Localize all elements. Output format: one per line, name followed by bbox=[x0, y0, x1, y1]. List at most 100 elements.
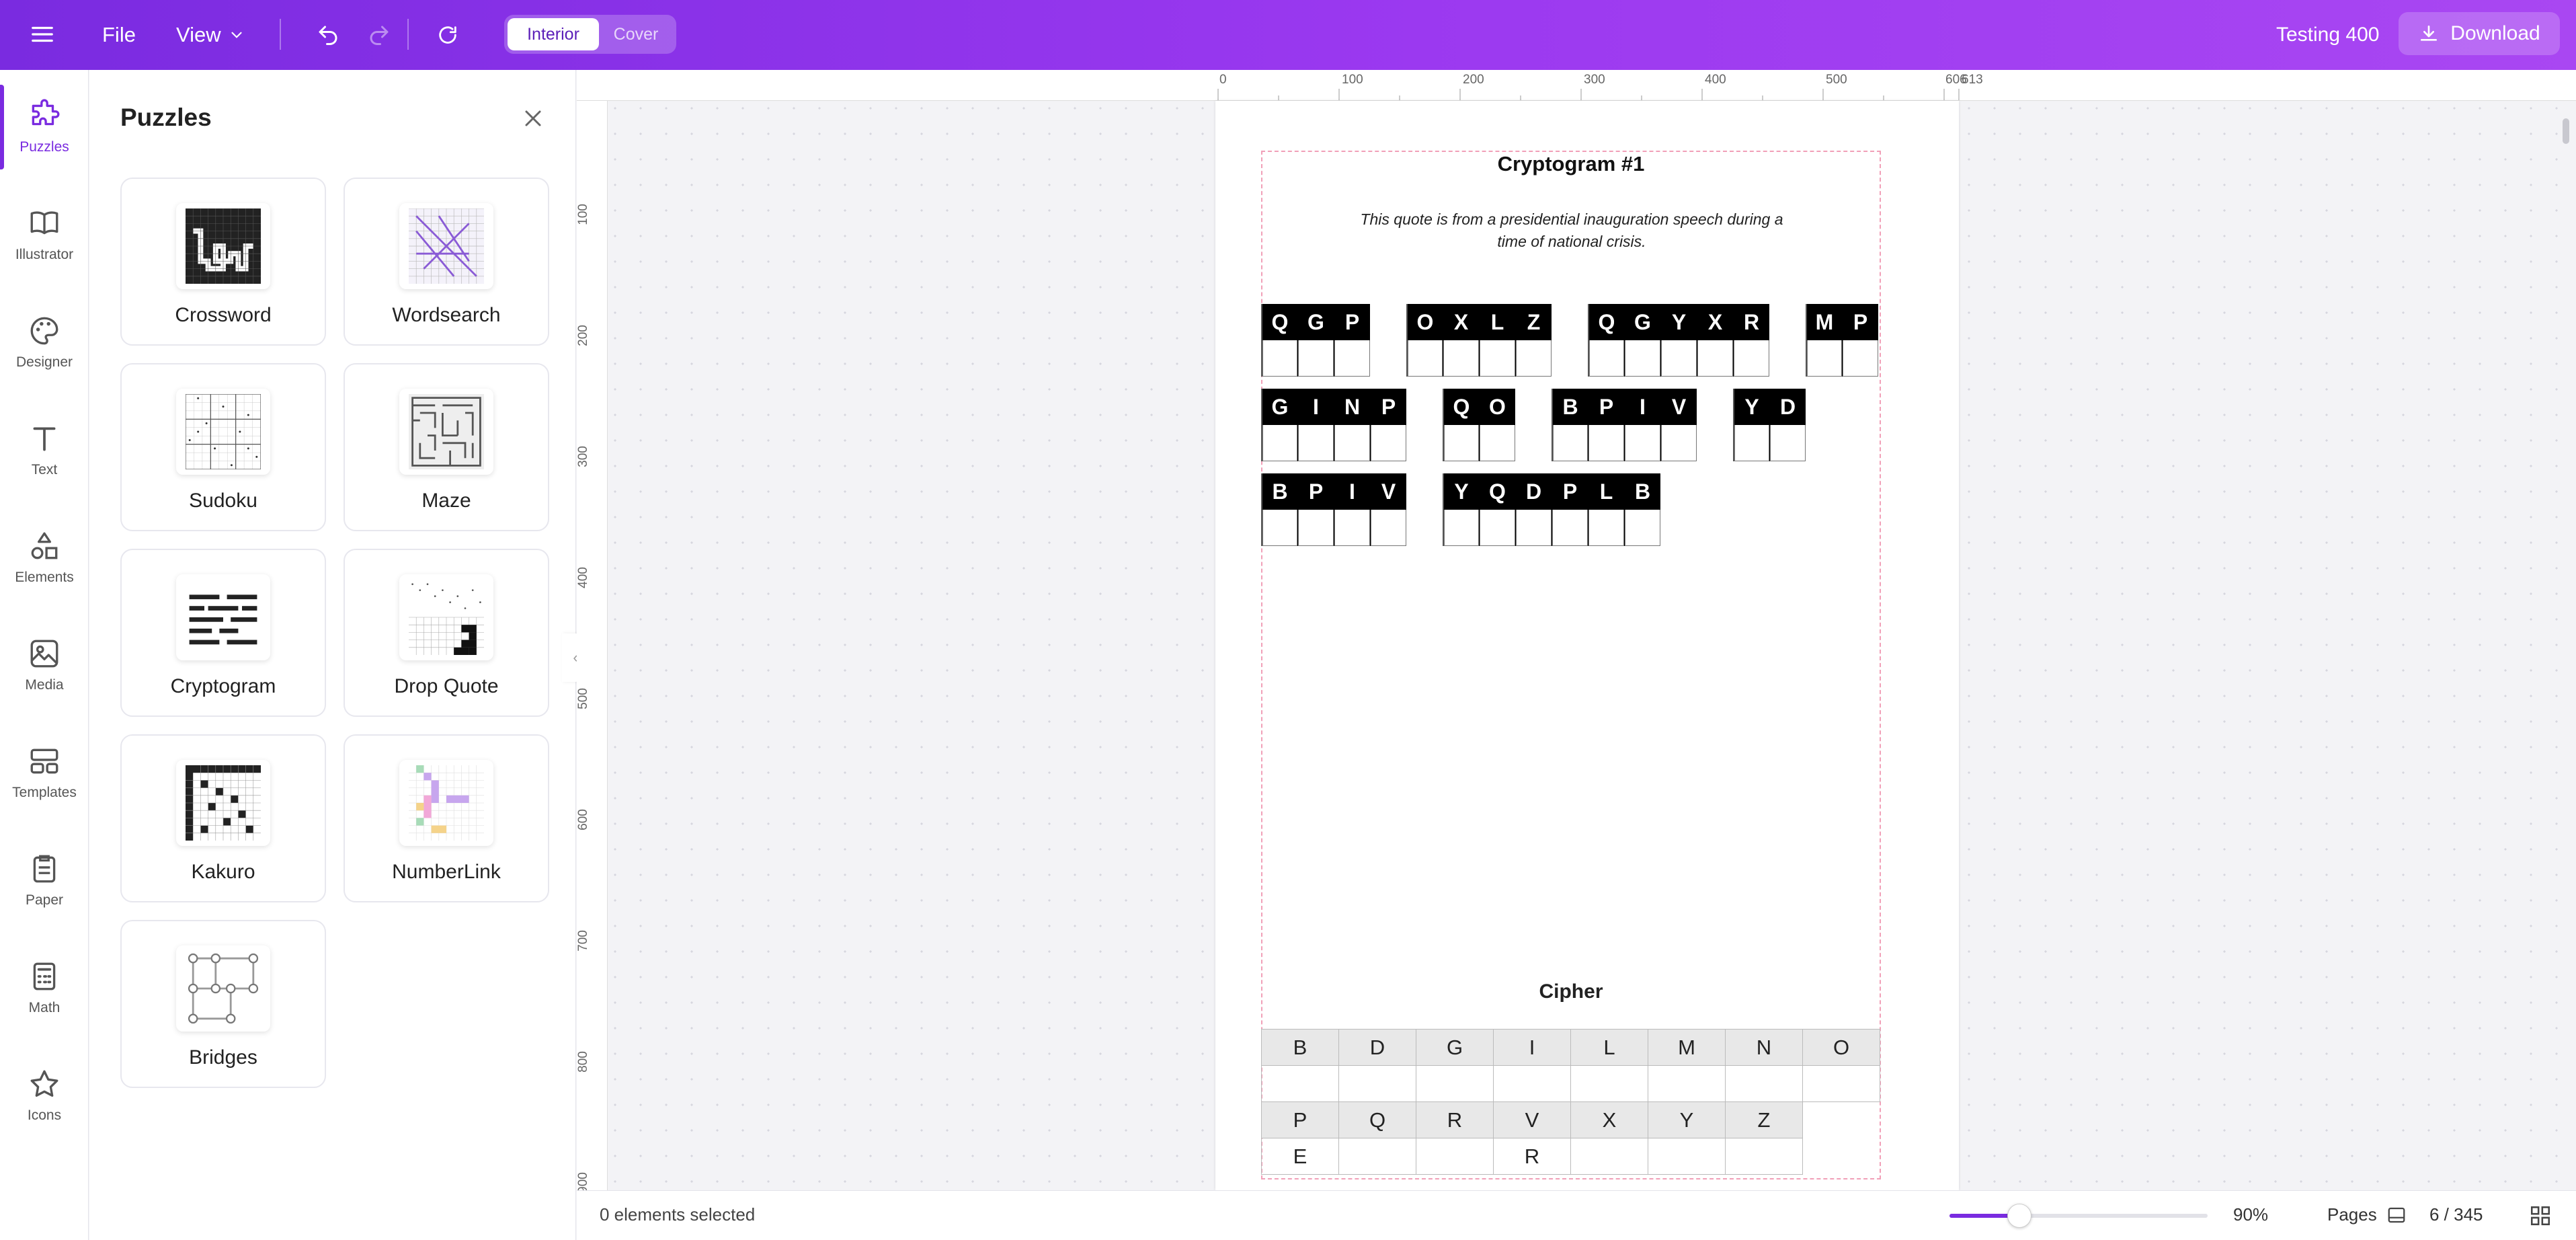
letter-cell[interactable]: Y bbox=[1733, 389, 1769, 461]
grid-view-icon[interactable] bbox=[2529, 1204, 2552, 1227]
cipher-value[interactable] bbox=[1802, 1065, 1880, 1102]
letter-cell[interactable]: B bbox=[1624, 473, 1660, 546]
letter-cell[interactable]: D bbox=[1769, 389, 1806, 461]
answer-box[interactable] bbox=[1408, 340, 1443, 377]
cipher-value[interactable] bbox=[1338, 1138, 1416, 1175]
answer-box[interactable] bbox=[1262, 510, 1297, 546]
letter-cell[interactable]: G bbox=[1261, 389, 1297, 461]
answer-box[interactable] bbox=[1480, 340, 1515, 377]
answer-box[interactable] bbox=[1588, 425, 1624, 461]
answer-box[interactable] bbox=[1697, 340, 1733, 377]
letter-cell[interactable]: Q bbox=[1443, 389, 1479, 461]
file-menu-button[interactable]: File bbox=[102, 19, 136, 51]
cover-tab[interactable]: Cover bbox=[599, 18, 673, 50]
answer-box[interactable] bbox=[1443, 340, 1479, 377]
letter-cell[interactable]: V bbox=[1660, 389, 1697, 461]
interior-tab[interactable]: Interior bbox=[508, 18, 599, 50]
cipher-word[interactable]: OXLZ bbox=[1406, 304, 1552, 377]
answer-box[interactable] bbox=[1334, 510, 1370, 546]
answer-box[interactable] bbox=[1480, 425, 1515, 461]
puzzle-card-maze[interactable]: Maze bbox=[344, 363, 549, 531]
puzzle-card-wordsearch[interactable]: Wordsearch bbox=[344, 178, 549, 346]
answer-box[interactable] bbox=[1334, 340, 1370, 377]
letter-cell[interactable]: P bbox=[1588, 389, 1624, 461]
letter-cell[interactable]: P bbox=[1552, 473, 1588, 546]
cipher-value[interactable]: R bbox=[1493, 1138, 1571, 1175]
answer-box[interactable] bbox=[1625, 340, 1660, 377]
puzzle-card-cryptogram[interactable]: Cryptogram bbox=[120, 549, 326, 717]
rail-item-designer[interactable]: Designer bbox=[0, 292, 89, 393]
answer-box[interactable] bbox=[1625, 425, 1660, 461]
letter-cell[interactable]: Q bbox=[1588, 304, 1624, 377]
cipher-value[interactable] bbox=[1648, 1065, 1726, 1102]
rail-item-templates[interactable]: Templates bbox=[0, 722, 89, 823]
letter-cell[interactable]: I bbox=[1297, 389, 1334, 461]
cipher-value[interactable] bbox=[1338, 1065, 1416, 1102]
cipher-value[interactable] bbox=[1570, 1138, 1648, 1175]
puzzle-card-drop-quote[interactable]: Drop Quote bbox=[344, 549, 549, 717]
answer-box[interactable] bbox=[1516, 340, 1552, 377]
answer-box[interactable] bbox=[1334, 425, 1370, 461]
rail-item-media[interactable]: Media bbox=[0, 615, 89, 715]
letter-cell[interactable]: P bbox=[1842, 304, 1878, 377]
letter-cell[interactable]: X bbox=[1697, 304, 1733, 377]
cipher-value[interactable]: E bbox=[1261, 1138, 1339, 1175]
cipher-word[interactable]: MP bbox=[1806, 304, 1878, 377]
cipher-word[interactable]: QGP bbox=[1261, 304, 1370, 377]
rail-item-illustrator[interactable]: Illustrator bbox=[0, 184, 89, 285]
letter-cell[interactable]: L bbox=[1588, 473, 1624, 546]
answer-box[interactable] bbox=[1661, 340, 1697, 377]
cipher-word[interactable]: YD bbox=[1733, 389, 1806, 461]
cipher-word[interactable]: GINP bbox=[1261, 389, 1406, 461]
answer-box[interactable] bbox=[1444, 425, 1479, 461]
letter-cell[interactable]: D bbox=[1515, 473, 1552, 546]
letter-cell[interactable]: N bbox=[1334, 389, 1370, 461]
letter-cell[interactable]: G bbox=[1297, 304, 1334, 377]
cipher-word[interactable]: QGYXR bbox=[1588, 304, 1769, 377]
letter-cell[interactable]: Z bbox=[1515, 304, 1552, 377]
letter-cell[interactable]: L bbox=[1479, 304, 1515, 377]
answer-box[interactable] bbox=[1262, 425, 1297, 461]
puzzle-card-crossword[interactable]: Crossword bbox=[120, 178, 326, 346]
close-icon[interactable] bbox=[520, 105, 547, 132]
puzzle-card-kakuro[interactable]: Kakuro bbox=[120, 734, 326, 902]
letter-cell[interactable]: G bbox=[1624, 304, 1660, 377]
letter-cell[interactable]: Q bbox=[1261, 304, 1297, 377]
cipher-value[interactable] bbox=[1493, 1065, 1571, 1102]
rail-item-puzzles[interactable]: Puzzles bbox=[0, 77, 91, 178]
answer-box[interactable] bbox=[1480, 510, 1515, 546]
hamburger-menu-icon[interactable] bbox=[30, 22, 55, 47]
answer-box[interactable] bbox=[1770, 425, 1806, 461]
project-name[interactable]: Testing 400 bbox=[2276, 20, 2379, 50]
answer-box[interactable] bbox=[1298, 510, 1334, 546]
letter-cell[interactable]: B bbox=[1552, 389, 1588, 461]
cipher-value[interactable] bbox=[1725, 1065, 1803, 1102]
answer-box[interactable] bbox=[1588, 510, 1624, 546]
answer-box[interactable] bbox=[1553, 425, 1588, 461]
letter-cell[interactable]: P bbox=[1370, 389, 1406, 461]
rail-item-paper[interactable]: Paper bbox=[0, 830, 89, 931]
cipher-value[interactable] bbox=[1261, 1065, 1339, 1102]
rail-item-elements[interactable]: Elements bbox=[0, 507, 89, 608]
letter-cell[interactable]: R bbox=[1733, 304, 1769, 377]
vertical-scrollbar[interactable] bbox=[2563, 118, 2569, 144]
letter-cell[interactable]: Y bbox=[1660, 304, 1697, 377]
letter-cell[interactable]: I bbox=[1334, 473, 1370, 546]
answer-box[interactable] bbox=[1516, 510, 1552, 546]
rail-item-text[interactable]: Text bbox=[0, 399, 89, 500]
answer-box[interactable] bbox=[1661, 425, 1697, 461]
answer-box[interactable] bbox=[1298, 340, 1334, 377]
letter-cell[interactable]: O bbox=[1406, 304, 1443, 377]
answer-box[interactable] bbox=[1589, 340, 1624, 377]
letter-cell[interactable]: M bbox=[1806, 304, 1842, 377]
refresh-icon[interactable] bbox=[433, 20, 462, 50]
answer-box[interactable] bbox=[1843, 340, 1878, 377]
puzzle-card-sudoku[interactable]: Sudoku bbox=[120, 363, 326, 531]
answer-box[interactable] bbox=[1371, 425, 1406, 461]
puzzle-card-bridges[interactable]: Bridges bbox=[120, 920, 326, 1088]
pages-button[interactable]: Pages bbox=[2327, 1204, 2407, 1225]
answer-box[interactable] bbox=[1262, 340, 1297, 377]
puzzle-hint[interactable]: This quote is from a presidential inaugu… bbox=[1350, 208, 1794, 253]
rail-item-icons[interactable]: Icons bbox=[0, 1045, 89, 1146]
letter-cell[interactable]: Q bbox=[1479, 473, 1515, 546]
